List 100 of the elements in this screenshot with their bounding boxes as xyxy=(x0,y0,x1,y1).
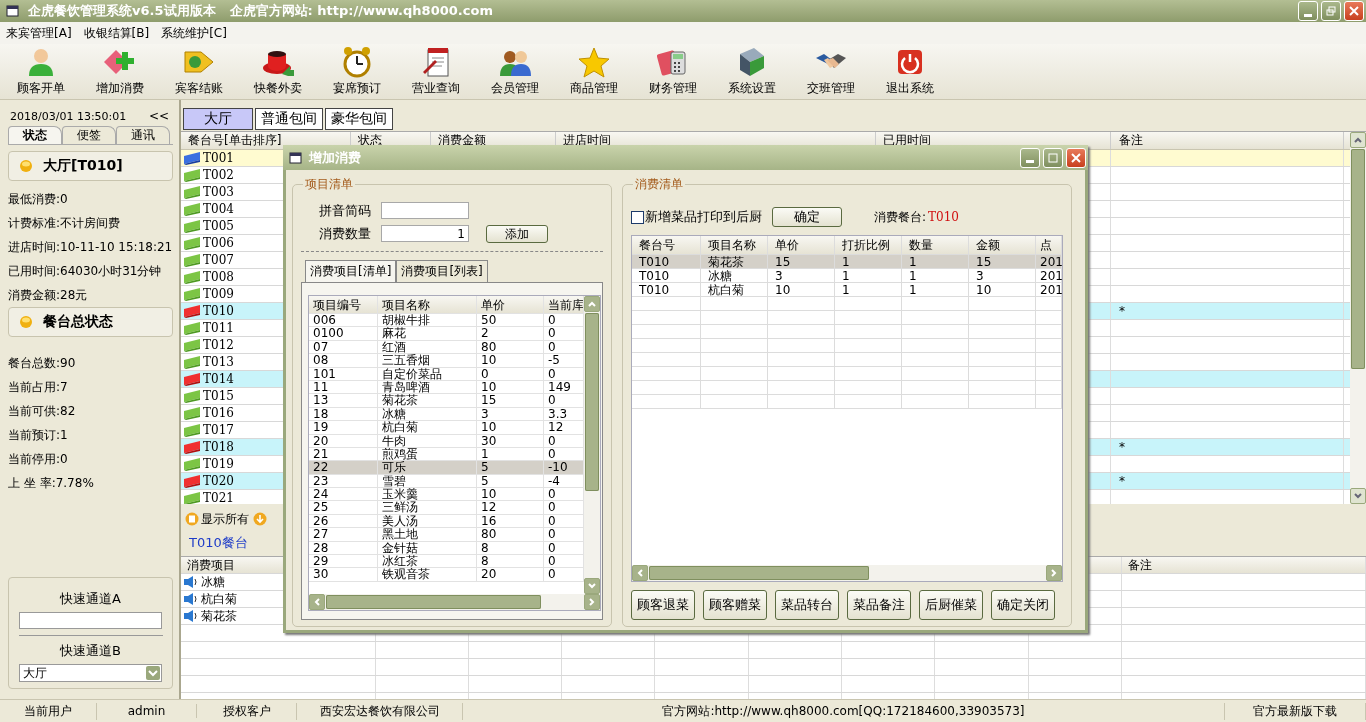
scroll-down-icon[interactable] xyxy=(1350,488,1366,504)
column-header[interactable]: 备注 xyxy=(1111,132,1344,149)
list-row[interactable]: T010 杭白菊 10 1 1 10 201 xyxy=(632,283,1062,297)
column-header[interactable]: 项目名称 xyxy=(701,236,768,254)
list-row[interactable]: 08 三五香烟 10 -5 xyxy=(309,354,584,368)
tab[interactable]: 状态 xyxy=(8,126,62,144)
list-row[interactable]: 29 冰红茶 8 0 xyxy=(309,555,584,569)
list-row[interactable]: 006 胡椒牛排 50 0 xyxy=(309,314,584,328)
scroll-down-icon[interactable] xyxy=(584,578,600,594)
toolbar-button[interactable]: 顾客开单 xyxy=(1,44,80,99)
column-header[interactable]: 单价 xyxy=(768,236,835,254)
tab[interactable]: 便签 xyxy=(62,126,116,144)
list-row[interactable]: 20 牛肉 30 0 xyxy=(309,434,584,448)
list-row[interactable]: 18 冰糖 3 3.3 xyxy=(309,407,584,422)
toolbar-button[interactable]: 宴席预订 xyxy=(317,44,396,99)
toolbar-button[interactable]: 商品管理 xyxy=(554,44,633,99)
list-row[interactable]: 101 自定价菜品 0 0 xyxy=(309,367,584,381)
list-row[interactable]: 19 杭白菊 10 12 xyxy=(309,421,584,435)
column-header[interactable]: 数量 xyxy=(902,236,969,254)
tab[interactable]: 消费项目[列表] xyxy=(396,260,488,282)
tab[interactable]: 豪华包间 xyxy=(325,108,393,130)
scrollbar-thumb[interactable] xyxy=(649,566,869,580)
horizontal-scrollbar[interactable] xyxy=(309,594,600,610)
list-row[interactable]: 07 红酒 80 0 xyxy=(309,340,584,355)
table-tab[interactable]: T010餐台 xyxy=(189,534,248,552)
menu-item[interactable]: 来宾管理[A] xyxy=(6,24,72,42)
show-all-button[interactable]: 显示所有 xyxy=(185,510,249,528)
action-button[interactable]: 菜品备注 xyxy=(847,590,911,620)
toolbar-button[interactable]: 宾客结账 xyxy=(159,44,238,99)
table-cell: * xyxy=(1119,304,1125,318)
tab[interactable]: 通讯 xyxy=(116,126,170,144)
table-cell: 牛肉 xyxy=(378,434,477,447)
column-header[interactable]: 项目名称 xyxy=(378,296,477,313)
column-header[interactable]: 金额 xyxy=(969,236,1036,254)
toolbar-button[interactable]: 退出系统 xyxy=(870,44,949,99)
input-field[interactable]: 1 xyxy=(381,225,469,242)
down-arrow-icon[interactable] xyxy=(253,512,267,526)
list-row[interactable]: 11 青岛啤酒 10 149 xyxy=(309,380,584,395)
column-header[interactable]: 餐台号 xyxy=(632,236,701,254)
confirm-button[interactable]: 确定 xyxy=(772,207,842,227)
dropdown[interactable]: 大厅 xyxy=(19,664,162,682)
column-header[interactable]: 打折比例 xyxy=(835,236,902,254)
list-row[interactable]: 27 黑土地 80 0 xyxy=(309,528,584,542)
minimize-button[interactable] xyxy=(1298,1,1318,21)
input-field[interactable] xyxy=(381,202,469,219)
action-button[interactable]: 确定关闭 xyxy=(991,590,1055,620)
scroll-left-icon[interactable] xyxy=(632,565,648,581)
list-row[interactable]: T010 菊花茶 15 1 1 15 201 xyxy=(632,255,1062,269)
action-button[interactable]: 菜品转台 xyxy=(775,590,839,620)
menu-item[interactable]: 系统维护[C] xyxy=(161,24,227,42)
action-button[interactable]: 顾客退菜 xyxy=(631,590,695,620)
toolbar-button[interactable]: 快餐外卖 xyxy=(238,44,317,99)
list-row[interactable]: 24 玉米羹 10 0 xyxy=(309,488,584,502)
toolbar-button[interactable]: 系统设置 xyxy=(712,44,791,99)
scroll-right-icon[interactable] xyxy=(1046,565,1062,581)
maximize-button[interactable] xyxy=(1043,147,1063,168)
scroll-up-icon[interactable] xyxy=(1350,132,1366,148)
column-header[interactable]: 单价 xyxy=(477,296,544,313)
toolbar-button[interactable]: 交班管理 xyxy=(791,44,870,99)
list-row[interactable]: 23 雪碧 5 -4 xyxy=(309,474,584,489)
scrollbar-thumb[interactable] xyxy=(326,595,541,609)
scroll-left-icon[interactable] xyxy=(309,594,325,610)
vertical-scrollbar[interactable] xyxy=(1350,132,1366,504)
action-button[interactable]: 后厨催菜 xyxy=(919,590,983,620)
close-button[interactable] xyxy=(1344,1,1364,21)
action-button[interactable]: 顾客赠菜 xyxy=(703,590,767,620)
list-row[interactable]: 26 美人汤 16 0 xyxy=(309,514,584,529)
scrollbar-thumb[interactable] xyxy=(585,313,599,491)
list-row[interactable]: 25 三鲜汤 12 0 xyxy=(309,501,584,515)
list-row[interactable]: 0100 麻花 2 0 xyxy=(309,327,584,341)
scrollbar-thumb[interactable] xyxy=(1351,149,1365,369)
add-button[interactable]: 添加 xyxy=(486,224,548,243)
list-row[interactable]: 13 菊花茶 15 0 xyxy=(309,394,584,408)
table-cell: 1 xyxy=(835,283,902,296)
horizontal-scrollbar[interactable] xyxy=(632,565,1062,581)
list-row[interactable]: T010 冰糖 3 1 1 3 201 xyxy=(632,269,1062,283)
restore-button[interactable] xyxy=(1321,1,1341,21)
scroll-up-icon[interactable] xyxy=(584,296,600,312)
toolbar-button[interactable]: 财务管理 xyxy=(633,44,712,99)
close-button[interactable] xyxy=(1066,147,1086,168)
list-row[interactable]: 28 金针菇 8 0 xyxy=(309,541,584,556)
vertical-scrollbar[interactable] xyxy=(584,296,600,594)
tab[interactable]: 消费项目[清单] xyxy=(305,260,397,282)
column-header[interactable]: 点 xyxy=(1036,236,1062,254)
collapse-button[interactable]: << xyxy=(144,109,173,123)
tab[interactable]: 大厅 xyxy=(183,108,253,130)
table-cell: 1 xyxy=(835,269,902,282)
toolbar-button[interactable]: 增加消费 xyxy=(80,44,159,99)
input-field[interactable] xyxy=(19,612,162,629)
toolbar-button[interactable]: 会员管理 xyxy=(475,44,554,99)
list-row[interactable]: 22 可乐 5 -10 xyxy=(309,461,584,475)
tab[interactable]: 普通包间 xyxy=(255,108,323,130)
column-header[interactable]: 项目编号 xyxy=(309,296,378,313)
scroll-right-icon[interactable] xyxy=(584,594,600,610)
menu-item[interactable]: 收银结算[B] xyxy=(83,24,150,42)
minimize-button[interactable] xyxy=(1020,147,1040,168)
checkbox[interactable]: 新增菜品打印到后厨 xyxy=(631,208,762,226)
list-row[interactable]: 30 铁观音茶 20 0 xyxy=(309,568,584,582)
toolbar-button[interactable]: 营业查询 xyxy=(396,44,475,99)
info-text: 最低消费:0 xyxy=(8,191,69,208)
